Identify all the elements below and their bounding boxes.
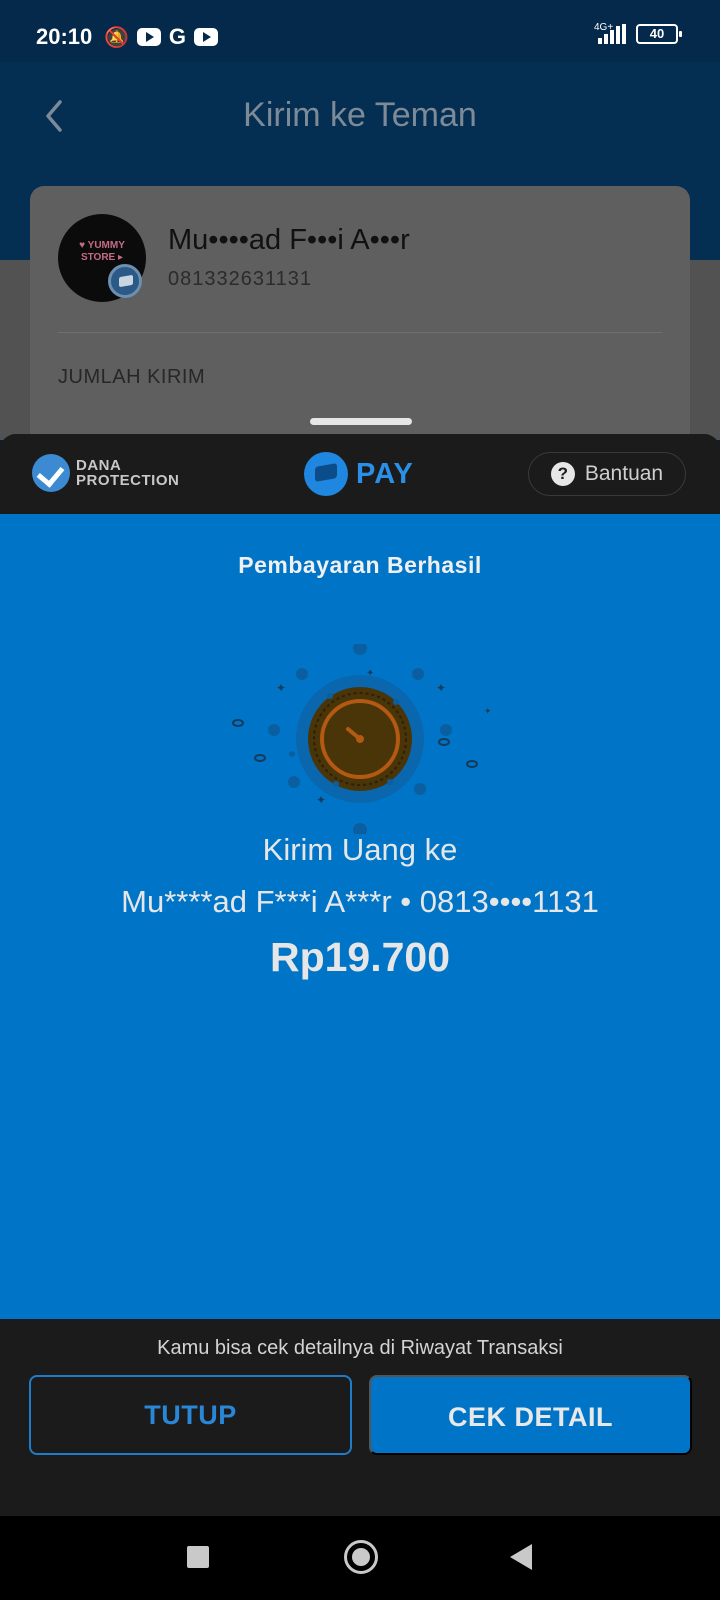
recipient-name: Mu••••ad F•••i A•••r	[168, 224, 410, 256]
protection-line1: DANA	[76, 457, 122, 474]
help-label: Bantuan	[584, 462, 664, 485]
dana-icon	[304, 452, 348, 496]
transfer-amount: Rp19.700	[269, 934, 451, 980]
status-time: 20:10	[36, 24, 93, 49]
check-detail-button[interactable]: CEK DETAIL	[369, 1375, 692, 1455]
avatar-logo-icon: ♥ YUMMY STORE ▸	[79, 240, 125, 263]
footer-note: Kamu bisa cek detailnya di Riwayat Trans…	[157, 1337, 563, 1359]
close-button[interactable]: TUTUP	[29, 1375, 352, 1455]
dana-badge-icon	[108, 264, 142, 298]
recipient-card: ♥ YUMMY STORE ▸ Mu••••ad F•••i A•••r 0813…	[30, 186, 690, 446]
sheet-footer: Kamu bisa cek detailnya di Riwayat Trans…	[0, 1319, 720, 1516]
svg-text:✦: ✦	[316, 793, 326, 807]
dana-protection-logo: DANA PROTECTION	[32, 454, 179, 492]
bell-off-icon: 🔕	[104, 26, 129, 49]
clock-illustration-icon: ✦ ✦ ✦ ✦ ✦	[232, 644, 492, 834]
status-bar: 20:10 🔕 G 4G+ 40	[0, 0, 720, 62]
svg-text:✦: ✦	[484, 707, 492, 717]
navigation-bar	[0, 1516, 720, 1600]
status-notification-icons: 🔕 G	[104, 24, 219, 50]
status-system-icons: 4G+ 40	[594, 22, 682, 44]
recent-apps-icon[interactable]	[187, 1546, 209, 1568]
youtube-icon	[136, 28, 161, 46]
transfer-recipient: Mu****ad F***i A***r • 0813••••1131	[121, 884, 599, 919]
transfer-description: Kirim Uang ke	[262, 832, 458, 867]
page-title: Kirim ke Teman	[243, 96, 477, 134]
recipient-phone: 081332631131	[168, 268, 312, 290]
dana-pay-logo: PAY	[304, 452, 414, 496]
divider	[58, 332, 662, 333]
question-icon: ?	[550, 462, 575, 486]
svg-text:✦: ✦	[276, 681, 286, 695]
shield-check-icon	[32, 454, 70, 492]
signal-icon: 4G+	[594, 22, 626, 44]
battery-icon: 40	[636, 24, 682, 44]
youtube-icon	[194, 28, 219, 46]
sheet-header: DANA PROTECTION PAY ? Bantuan	[0, 434, 720, 514]
home-icon[interactable]	[344, 1540, 378, 1574]
google-icon: G	[168, 24, 187, 49]
result-title: Pembayaran Berhasil	[238, 552, 482, 578]
sheet-drag-handle[interactable]	[310, 418, 412, 425]
pay-label: PAY	[356, 457, 414, 490]
back-triangle-icon[interactable]	[510, 1544, 532, 1570]
avatar: ♥ YUMMY STORE ▸	[58, 214, 146, 302]
svg-text:✦: ✦	[366, 668, 374, 679]
dana-protection-text: DANA PROTECTION	[76, 458, 179, 488]
amount-label: JUMLAH KIRIM	[58, 366, 206, 388]
network-type: 4G+	[594, 22, 614, 33]
payment-result-sheet: DANA PROTECTION PAY ? Bantuan Pembayaran…	[0, 434, 720, 1516]
svg-text:✦: ✦	[436, 681, 446, 695]
protection-line2: PROTECTION	[76, 472, 180, 489]
help-button[interactable]: ? Bantuan	[528, 452, 686, 496]
battery-level: 40	[649, 26, 665, 41]
